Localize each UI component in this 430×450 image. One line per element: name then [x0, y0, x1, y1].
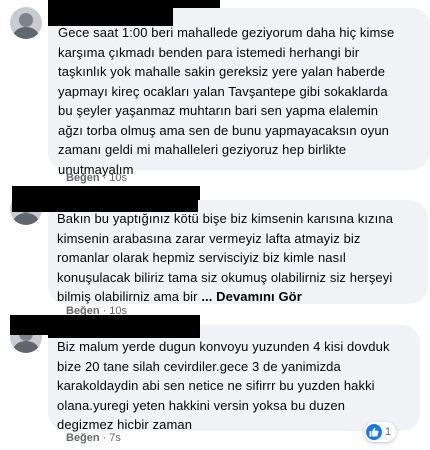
like-button[interactable]: Beğen: [66, 432, 100, 444]
reaction-count-value: 1: [385, 426, 392, 438]
comment-line: karakoldaydin abi sen netice ne sifirrr …: [57, 378, 375, 393]
comments-panel: Gece saat 1:00 beri mahallede geziyorum …: [0, 0, 430, 450]
reaction-count[interactable]: 1: [364, 422, 397, 442]
comment-3: Biz malum yerde dugun konvoyu yuzunden 4…: [0, 0, 430, 450]
comment-line: Biz malum yerde dugun konvoyu yuzunden 4…: [57, 339, 390, 354]
comment-actions: Beğen · 7s: [66, 432, 121, 444]
timestamp[interactable]: 7s: [109, 432, 121, 444]
redacted-name: [48, 320, 200, 338]
comment-line: olana.yuregi yeten hakkini versin yoksa …: [57, 397, 346, 413]
separator: ·: [102, 432, 107, 444]
comment-text: Biz malum yerde dugun konvoyu yuzunden 4…: [57, 337, 390, 435]
comment-line: bize 20 tane silah cevirdiler.gece 3 de …: [57, 358, 341, 374]
thumbs-up-icon: [366, 424, 382, 440]
